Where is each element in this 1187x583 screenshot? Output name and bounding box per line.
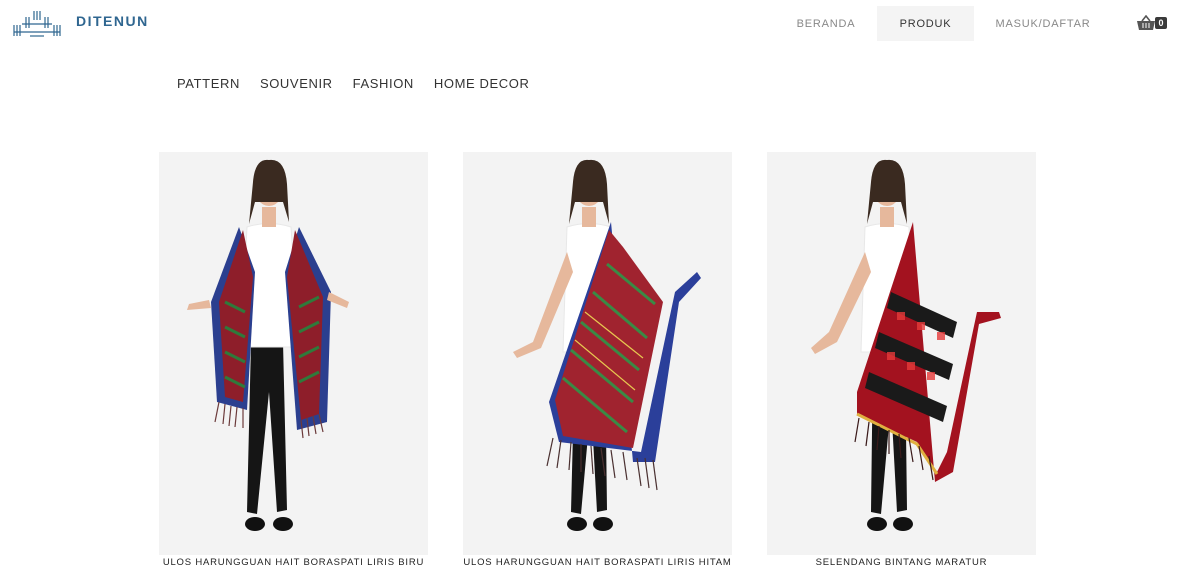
- cart-count-badge: 0: [1155, 17, 1167, 29]
- logo-mark-icon: [13, 11, 61, 37]
- product-name[interactable]: ULOS HARUNGGUAN HAIT BORASPATI LIRIS HIT…: [463, 557, 732, 568]
- product-card[interactable]: SELENDANG BINTANG MARATUR: [767, 152, 1036, 568]
- model-with-shawl-image: [159, 152, 428, 555]
- brand-logo[interactable]: DITENUN: [12, 8, 147, 38]
- model-with-shawl-image: [767, 152, 1036, 555]
- category-nav: PATTERN SOUVENIR FASHION HOME DECOR: [177, 76, 529, 91]
- nav-item-beranda[interactable]: BERANDA: [782, 6, 870, 41]
- product-card[interactable]: ULOS HARUNGGUAN HAIT BORASPATI LIRIS BIR…: [159, 152, 428, 568]
- category-home-decor[interactable]: HOME DECOR: [434, 76, 530, 91]
- nav-item-produk[interactable]: PRODUK: [877, 6, 974, 41]
- brand-name: DITENUN: [76, 13, 149, 29]
- category-fashion[interactable]: FASHION: [353, 76, 414, 91]
- nav-item-masuk-daftar[interactable]: MASUK/DAFTAR: [985, 6, 1101, 41]
- cart-button[interactable]: 0: [1136, 14, 1170, 32]
- model-with-shawl-image: [463, 152, 732, 555]
- site-header: DITENUN BERANDA PRODUK MASUK/DAFTAR 0: [0, 0, 1187, 44]
- product-card[interactable]: ULOS HARUNGGUAN HAIT BORASPATI LIRIS HIT…: [463, 152, 732, 568]
- product-image[interactable]: [767, 152, 1036, 555]
- product-image[interactable]: [463, 152, 732, 555]
- basket-icon: [1137, 15, 1155, 30]
- product-name[interactable]: ULOS HARUNGGUAN HAIT BORASPATI LIRIS BIR…: [159, 557, 428, 568]
- product-image[interactable]: [159, 152, 428, 555]
- product-name[interactable]: SELENDANG BINTANG MARATUR: [767, 557, 1036, 568]
- category-pattern[interactable]: PATTERN: [177, 76, 240, 91]
- category-souvenir[interactable]: SOUVENIR: [260, 76, 333, 91]
